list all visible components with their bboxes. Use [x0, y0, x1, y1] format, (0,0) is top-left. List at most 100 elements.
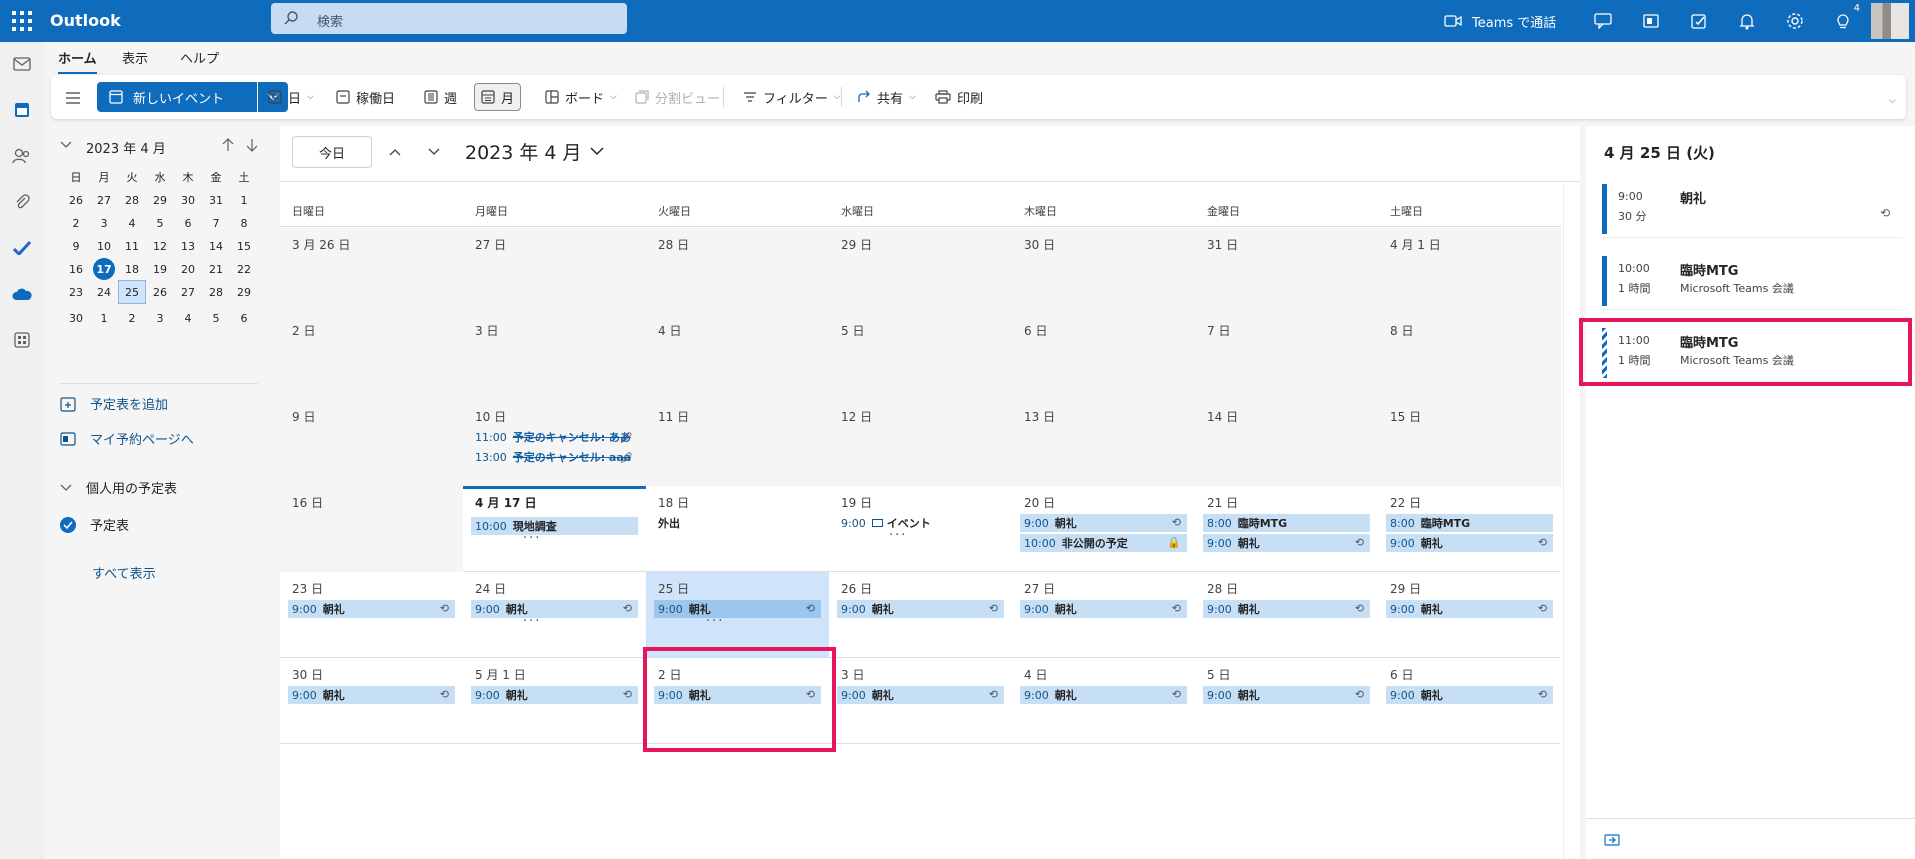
day-cell[interactable]: 28 日 9:00 朝礼 ⟲ [1195, 572, 1378, 658]
mini-calendar-day[interactable]: 29 [230, 283, 258, 301]
day-cell[interactable]: 22 日 8:00 臨時MTG 9:00 朝礼 ⟲ [1378, 486, 1561, 572]
calendar-event[interactable]: 8:00 臨時MTG [1386, 514, 1553, 532]
mini-calendar-day[interactable]: 25 [118, 280, 146, 304]
calendar-event[interactable]: 9:00 朝礼 ⟲ [837, 686, 1004, 704]
day-cell[interactable]: 13 日 [1012, 400, 1195, 486]
split-view-button[interactable]: 分割ビュー [629, 83, 726, 111]
day-cell[interactable]: 5 日 [829, 314, 1012, 400]
scrollbar[interactable] [1563, 183, 1579, 859]
search-input[interactable]: 検索 [271, 3, 627, 34]
calendar-event[interactable]: 9:00 朝礼 ⟲ [1020, 600, 1187, 618]
mini-calendar-day[interactable]: 26 [146, 283, 174, 301]
day-cell[interactable]: 29 日 9:00 朝礼 ⟲ [1378, 572, 1561, 658]
mini-calendar-day[interactable]: 30 [174, 191, 202, 209]
view-month-button[interactable]: 月 [474, 83, 522, 111]
day-cell[interactable]: 29 日 [829, 228, 1012, 314]
day-cell[interactable]: 19 日 9:00 イベント ··· [829, 486, 1012, 572]
lightbulb-icon[interactable]: 4 [1830, 3, 1860, 34]
calendar-event[interactable]: 9:00 イベント [837, 514, 1004, 532]
booking-page-link[interactable]: マイ予約ページへ [60, 429, 194, 448]
calendar-group-header[interactable]: 個人用の予定表 [60, 478, 177, 497]
day-cell[interactable]: 24 日 9:00 朝礼 ⟲ ··· [463, 572, 646, 658]
mini-calendar-day[interactable]: 21 [202, 260, 230, 278]
calendar-icon[interactable] [8, 96, 36, 124]
previous-month-icon[interactable] [384, 141, 406, 163]
mini-calendar-day[interactable]: 27 [90, 191, 118, 209]
ribbon-expand-icon[interactable]: ⌵ [1883, 87, 1902, 115]
mini-calendar-day[interactable]: 4 [174, 309, 202, 327]
day-cell[interactable]: 25 日 9:00 朝礼 ⟲ ··· [646, 572, 829, 658]
mini-calendar-day[interactable]: 5 [202, 309, 230, 327]
calendar-event[interactable]: 9:00 朝礼 ⟲ [471, 686, 638, 704]
day-cell[interactable]: 30 日 [1012, 228, 1195, 314]
chat-icon[interactable] [1590, 8, 1616, 34]
mini-calendar-day[interactable]: 7 [202, 214, 230, 232]
mini-calendar-day[interactable]: 4 [118, 214, 146, 232]
day-cell[interactable]: 7 日 [1195, 314, 1378, 400]
day-cell[interactable]: 11 日 [646, 400, 829, 486]
mini-calendar-day[interactable]: 26 [62, 191, 90, 209]
day-cell[interactable]: 21 日 8:00 臨時MTG 9:00 朝礼 ⟲ [1195, 486, 1378, 572]
day-cell[interactable]: 3 日 9:00 朝礼 ⟲ [829, 658, 1012, 744]
day-cell[interactable]: 16 日 [280, 486, 463, 572]
next-month-icon[interactable] [423, 141, 445, 163]
print-button[interactable]: 印刷 [929, 83, 989, 111]
people-icon[interactable] [8, 142, 36, 170]
mini-calendar-day[interactable]: 31 [202, 191, 230, 209]
arrow-down-icon[interactable] [246, 138, 258, 156]
day-cell[interactable]: 6 日 9:00 朝礼 ⟲ [1378, 658, 1561, 744]
day-cell[interactable]: 9 日 [280, 400, 463, 486]
day-cell[interactable]: 20 日 9:00 朝礼 ⟲ 10:00 非公開の予定 🔒 [1012, 486, 1195, 572]
calendar-event[interactable]: 9:00 朝礼 ⟲ [654, 686, 821, 704]
agenda-event[interactable]: 11:00 1 時間 臨時MTG Microsoft Teams 会議 [1602, 324, 1902, 382]
day-cell[interactable]: 28 日 [646, 228, 829, 314]
calendar-event[interactable]: 9:00 朝礼 ⟲ [288, 686, 455, 704]
mini-calendar-day[interactable]: 5 [146, 214, 174, 232]
calendar-event[interactable]: 11:00 予定のキャンセル: ああ 🖉 [471, 428, 638, 446]
day-cell[interactable]: 30 日 9:00 朝礼 ⟲ [280, 658, 463, 744]
mini-calendar-day[interactable]: 11 [118, 237, 146, 255]
calendar-event[interactable]: 9:00 朝礼 ⟲ [1203, 534, 1370, 552]
mail-icon[interactable] [8, 50, 36, 78]
mini-calendar-day[interactable]: 29 [146, 191, 174, 209]
expand-pane-icon[interactable] [1604, 831, 1620, 846]
mini-calendar-day[interactable]: 24 [90, 283, 118, 301]
day-cell[interactable]: 14 日 [1195, 400, 1378, 486]
day-cell[interactable]: 27 日 [463, 228, 646, 314]
day-cell[interactable]: 2 日 9:00 朝礼 ⟲ [646, 658, 829, 744]
day-cell[interactable]: 3 日 [463, 314, 646, 400]
calendar-event[interactable]: 10:00 現地調査 [471, 517, 638, 535]
day-cell[interactable]: 12 日 [829, 400, 1012, 486]
mini-calendar-day[interactable]: 28 [118, 191, 146, 209]
mini-calendar-day[interactable]: 13 [174, 237, 202, 255]
more-events-icon[interactable]: ··· [889, 528, 907, 543]
day-cell[interactable]: 15 日 [1378, 400, 1561, 486]
app-launcher-icon[interactable] [10, 9, 34, 33]
mini-calendar-day[interactable]: 27 [174, 283, 202, 301]
mini-calendar-day[interactable]: 8 [230, 214, 258, 232]
calendar-event[interactable]: 9:00 朝礼 ⟲ [288, 600, 455, 618]
calendar-event[interactable]: 13:00 予定のキャンセル: aaa 🖉 [471, 448, 638, 466]
mini-calendar-day[interactable]: 6 [230, 309, 258, 327]
day-cell[interactable]: 4 日 [646, 314, 829, 400]
more-events-icon[interactable]: ··· [706, 614, 724, 629]
calendar-event[interactable]: 外出 [654, 514, 821, 532]
tab-home[interactable]: ホーム [58, 48, 97, 74]
mini-calendar-day[interactable]: 2 [62, 214, 90, 232]
mini-calendar-title[interactable]: 2023 年 4 月 [86, 138, 166, 157]
calendar-event[interactable]: 8:00 臨時MTG [1203, 514, 1370, 532]
day-cell[interactable]: 10 日 11:00 予定のキャンセル: ああ 🖉 13:00 予定のキャンセル: aaa… [463, 400, 646, 486]
show-all-link[interactable]: すべて表示 [92, 563, 156, 582]
more-events-icon[interactable]: ··· [523, 531, 541, 546]
apps-icon[interactable] [8, 326, 36, 354]
calendar-event[interactable]: 9:00 朝礼 ⟲ [1386, 534, 1553, 552]
view-day-button[interactable]: 日 ⌵ [262, 83, 320, 111]
collapse-chevron-icon[interactable] [60, 138, 72, 153]
filter-button[interactable]: フィルター ⌵ [737, 83, 847, 111]
mini-calendar-day[interactable]: 12 [146, 237, 174, 255]
mini-calendar-day[interactable]: 2 [118, 309, 146, 327]
day-cell[interactable]: 27 日 9:00 朝礼 ⟲ [1012, 572, 1195, 658]
mini-calendar-day[interactable]: 17 [93, 258, 115, 280]
calendar-item[interactable]: 予定表 [60, 515, 129, 534]
mini-calendar-day[interactable]: 30 [62, 309, 90, 327]
